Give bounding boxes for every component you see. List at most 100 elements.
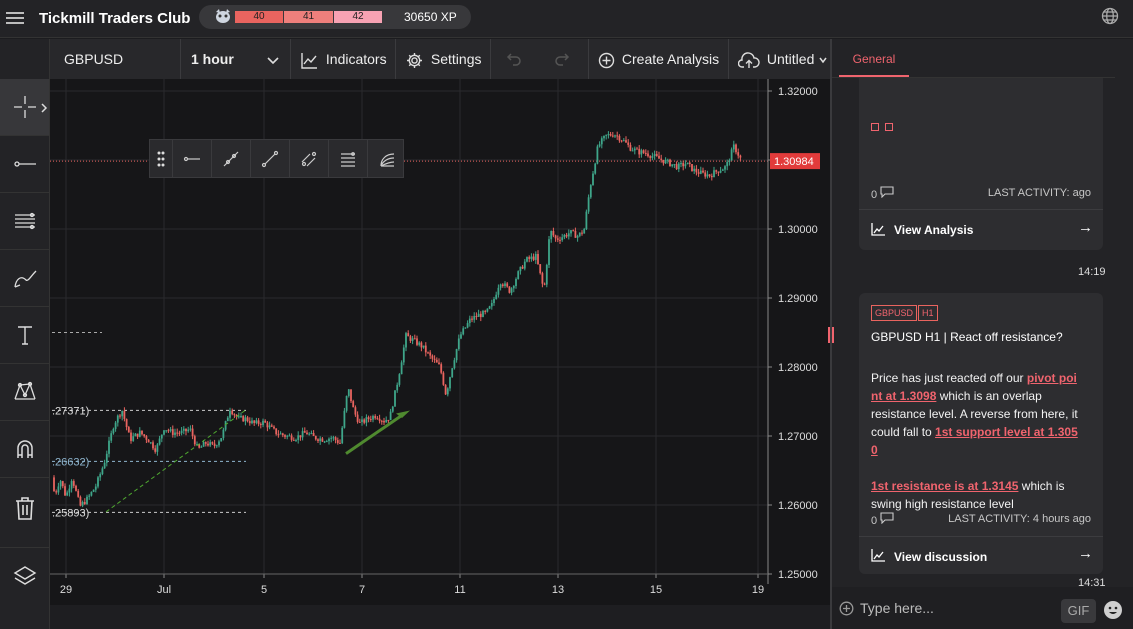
comment-count[interactable]: 0 (871, 512, 894, 527)
candle-body (545, 264, 548, 285)
candle-body (70, 481, 73, 489)
xp-progress[interactable]: 40 41 42 30650 XP (199, 5, 471, 29)
plus-circle-icon[interactable] (839, 601, 854, 616)
arrow-right-icon[interactable]: → (1078, 219, 1093, 236)
candle-body (376, 418, 379, 420)
drag-handle[interactable] (150, 140, 172, 178)
candle-body (72, 481, 75, 486)
candle-body (299, 435, 302, 438)
candle-body (312, 433, 315, 437)
candle-body (598, 144, 601, 147)
comment-count[interactable]: 0 (871, 186, 894, 201)
drag-handle-icon (157, 151, 165, 167)
candle-body (97, 477, 99, 487)
candle-body (66, 492, 69, 496)
price-axis[interactable]: 1.320001.310001.300001.290001.280001.270… (767, 79, 820, 584)
message-input[interactable] (860, 596, 1050, 620)
view-analysis-link[interactable]: View Analysis (894, 223, 973, 237)
chevron-right-icon[interactable] (40, 103, 48, 113)
message-feed[interactable]: 0 LAST ACTIVITY: ago View Analysis → 14:… (832, 78, 1133, 618)
candle-body (215, 445, 218, 447)
divider (395, 39, 396, 79)
post-text: Price has just reacted off our (871, 371, 1027, 385)
xp-level-40: 40 (235, 11, 283, 23)
arrow-right-icon[interactable]: → (1078, 545, 1093, 562)
pattern-tool[interactable] (0, 364, 49, 421)
candle-body (631, 150, 634, 152)
candle-body (510, 288, 513, 293)
emoji-icon[interactable] (1103, 600, 1123, 620)
candle-body (295, 439, 297, 441)
symbol-tag[interactable]: GBPUSD (871, 305, 918, 321)
gif-button[interactable]: GIF (1061, 599, 1096, 623)
redo-icon[interactable] (554, 51, 570, 67)
candle-body (266, 422, 269, 428)
current-price-label: 1.30984 (774, 156, 814, 168)
drawing-tools-sidebar (0, 39, 50, 629)
candle-body (132, 436, 135, 441)
parallel-channel-button[interactable] (289, 140, 328, 178)
candles (53, 131, 742, 508)
candle-body (248, 421, 251, 424)
candle-body (391, 406, 394, 412)
menu-icon[interactable] (6, 9, 24, 27)
pitchfork-tool[interactable] (0, 193, 49, 250)
candle-body (130, 432, 132, 441)
fib-retracement-button[interactable] (328, 140, 367, 178)
candle-body (669, 159, 671, 167)
candle-body (407, 333, 410, 337)
candle-body (270, 425, 273, 427)
create-analysis-button[interactable]: Create Analysis (598, 39, 719, 79)
candle-body (688, 162, 691, 165)
candle-body (702, 170, 704, 173)
candle-body (222, 429, 225, 439)
timeframe-tag[interactable]: H1 (918, 305, 938, 321)
text-tool[interactable] (0, 307, 49, 364)
view-discussion-link[interactable]: View discussion (894, 550, 987, 564)
fib-fan-button[interactable] (367, 140, 406, 178)
candle-body (735, 144, 737, 153)
support-line-label: .26632) (52, 456, 89, 468)
chevron-down-icon (819, 57, 827, 64)
candle-body (592, 173, 594, 186)
candle-body (77, 490, 80, 497)
layout-menu[interactable]: Untitled (737, 39, 828, 79)
x-tick-label: 11 (454, 584, 465, 596)
trend-line-button[interactable] (250, 140, 289, 178)
undo-icon[interactable] (506, 51, 522, 67)
horizontal-line-button[interactable] (172, 140, 211, 178)
candle-body (607, 134, 610, 136)
plus-circle-icon (598, 52, 615, 68)
candle-body (358, 421, 361, 423)
candle-body (356, 414, 359, 422)
divider (490, 39, 491, 79)
user-drawings[interactable] (105, 409, 410, 513)
crosshair-tool[interactable] (0, 79, 49, 136)
candle-body (717, 171, 720, 173)
candle-body (226, 417, 229, 422)
indicators-button[interactable]: Indicators (301, 39, 387, 79)
candle-body (515, 279, 517, 286)
candle-body (92, 489, 95, 492)
symbol-selector[interactable]: GBPUSD (64, 39, 123, 79)
fib-levels-icon (341, 152, 355, 167)
x-tick-label: 7 (359, 584, 365, 596)
candle-body (713, 170, 715, 178)
magnet-tool[interactable] (0, 421, 49, 478)
horizontal-ray-tool[interactable] (0, 136, 49, 193)
settings-button[interactable]: Settings (406, 39, 481, 79)
globe-icon[interactable] (1101, 7, 1119, 25)
time-axis[interactable]: 29 Jul 5 7 11 13 15 19 (50, 573, 768, 596)
brush-tool[interactable] (0, 250, 49, 307)
candle-body (435, 359, 438, 363)
x-tick-label: 29 (60, 584, 72, 596)
layers-tool[interactable] (0, 547, 49, 603)
candle-body (308, 433, 311, 435)
candle-body (504, 283, 506, 287)
trend-angle-button[interactable] (211, 140, 250, 178)
interval-selector[interactable]: 1 hour (191, 39, 280, 79)
delete-tool[interactable] (0, 478, 49, 538)
candle-body (209, 442, 212, 446)
tab-general[interactable]: General (839, 39, 909, 77)
resistance-link[interactable]: 1st resistance is at 1.3145 (871, 479, 1018, 493)
